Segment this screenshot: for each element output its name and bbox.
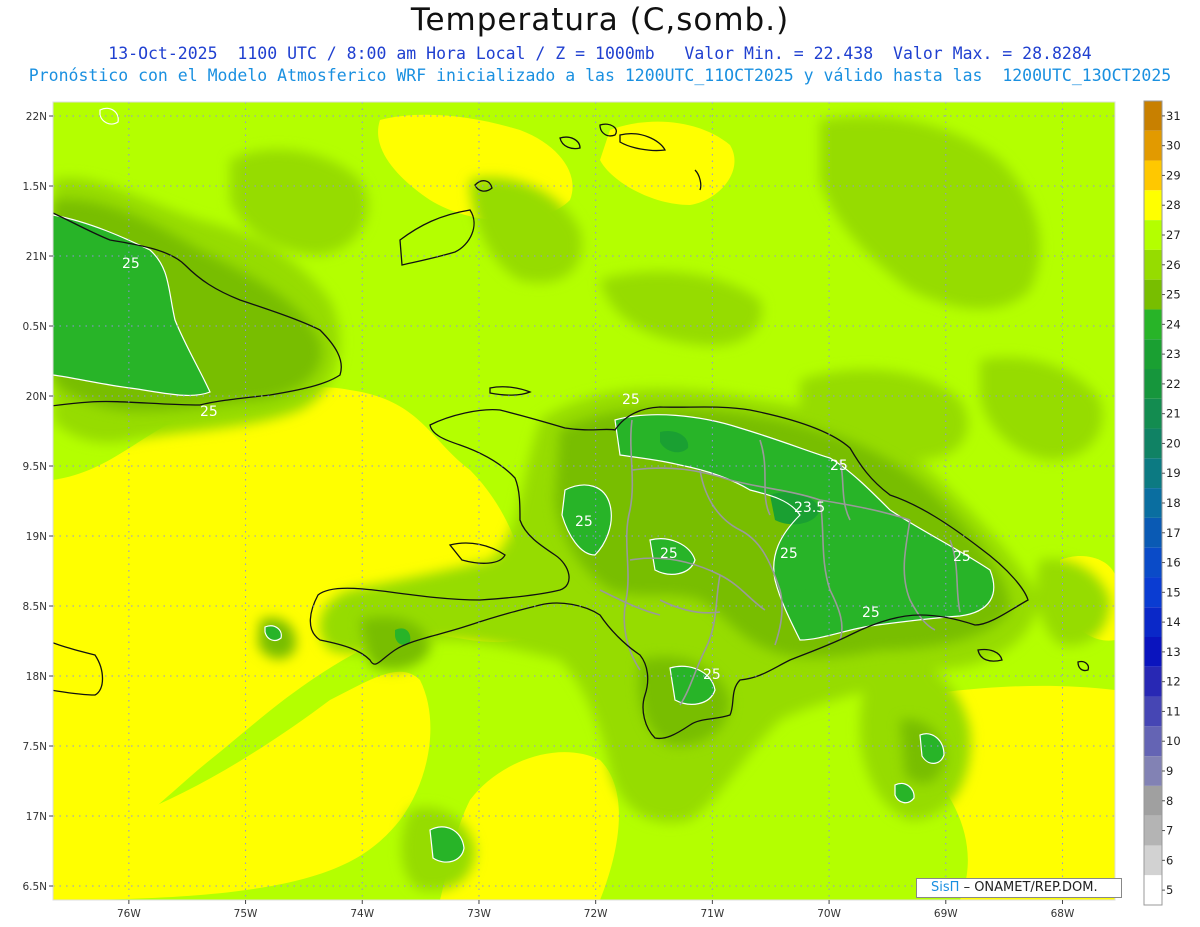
colorbar-swatch [1144,666,1162,697]
colorbar-swatch [1144,249,1162,280]
colorbar-label: 9 [1166,764,1173,778]
contour-label: 25 [122,256,140,272]
contour-label: 25 [780,546,798,562]
colorbar-swatch [1144,577,1162,608]
colorbar-label: 23 [1166,347,1181,361]
contour-label: 25 [660,546,678,562]
contour-label: 23.5 [794,500,825,516]
colorbar-swatch [1144,428,1162,459]
colorbar-swatch [1144,517,1162,548]
colorbar-label: 28 [1166,198,1181,212]
colorbar-label: 11 [1166,704,1181,718]
lat-tick-label: 7.5N [22,741,47,753]
colorbar-label: 15 [1166,585,1181,599]
credit-brand: SisΠ [931,880,960,895]
lon-tick-label: 72W [584,908,608,920]
lat-tick-label: 17N [26,811,47,823]
lon-tick-label: 69W [934,908,958,920]
valid-time-and-range: 13-Oct-2025 1100 UTC / 8:00 am Hora Loca… [108,44,1092,63]
colorbar-swatch [1144,369,1162,399]
colorbar-label: 18 [1166,496,1181,510]
lat-tick-label: 21N [26,251,47,263]
colorbar-swatch [1144,637,1162,667]
colorbar-swatch [1144,815,1162,846]
lon-tick-label: 73W [467,908,491,920]
colorbar-swatch [1144,130,1162,161]
colorbar-swatch [1144,398,1162,429]
colorbar: 31 30 29 28 27 26 25 24 23 22 21 20 19 18 17 16 15 14 13 12… [1143,100,1181,906]
lat-tick-label: 0.5N [22,321,47,333]
colorbar-swatch [1144,279,1162,310]
colorbar-swatch [1144,845,1162,876]
colorbar-label: 5 [1166,883,1173,897]
colorbar-label: 24 [1166,317,1181,331]
temperature-map: 25 25 25 25 25 25 23.5 25 25 25 25 76W 75… [22,100,1181,920]
colorbar-swatch [1144,488,1162,518]
lat-tick-label: 6.5N [22,881,47,893]
colorbar-label: 10 [1166,734,1181,748]
lon-tick-label: 76W [117,908,141,920]
colorbar-label: 31 [1166,109,1181,123]
colorbar-label: 17 [1166,526,1181,540]
contour-label: 25 [703,667,721,683]
contour-label: 25 [200,404,218,420]
colorbar-swatch [1144,101,1162,131]
colorbar-swatch [1144,696,1162,727]
colorbar-label: 16 [1166,556,1181,570]
shaded-field: 25 25 25 25 25 25 23.5 25 25 25 25 [53,102,1115,900]
colorbar-swatch [1144,726,1162,757]
lat-tick-label: 9.5N [22,461,47,473]
lon-tick-label: 74W [350,908,374,920]
lat-tick-label: 18N [26,671,47,683]
colorbar-swatch [1144,220,1162,250]
colorbar-swatch [1144,309,1162,340]
colorbar-label: 22 [1166,377,1181,391]
colorbar-label: 14 [1166,615,1181,629]
lon-tick-label: 68W [1051,908,1075,920]
colorbar-swatch [1144,607,1162,637]
colorbar-swatch [1144,190,1162,221]
colorbar-label: 25 [1166,288,1181,302]
colorbar-label: 30 [1166,139,1181,153]
colorbar-label: 13 [1166,645,1181,659]
lat-tick-label: 19N [26,531,47,543]
lat-tick-label: 1.5N [22,181,47,193]
contour-label: 25 [862,605,880,621]
model-description: Pronóstico con el Modelo Atmosferico WRF… [28,66,1172,85]
lat-tick-label: 22N [26,111,47,123]
colorbar-swatch [1144,160,1162,191]
contour-label: 25 [575,514,593,530]
colorbar-label: 19 [1166,466,1181,480]
colorbar-swatch [1144,785,1162,816]
colorbar-label: 27 [1166,228,1181,242]
colorbar-label: 21 [1166,407,1181,421]
colorbar-swatch [1144,339,1162,369]
colorbar-label: 6 [1166,853,1173,867]
credit-box: SisΠ – ONAMET/REP.DOM. [916,878,1122,898]
credit-org: – ONAMET/REP.DOM. [963,880,1098,895]
lat-tick-label: 8.5N [22,601,47,613]
colorbar-label: 29 [1166,168,1181,182]
colorbar-swatch [1144,875,1162,905]
colorbar-swatch [1144,547,1162,578]
colorbar-label: 7 [1166,824,1173,838]
lat-tick-label: 20N [26,391,47,403]
lon-tick-label: 71W [700,908,724,920]
colorbar-label: 8 [1166,794,1173,808]
contour-label: 25 [830,458,848,474]
colorbar-label: 20 [1166,436,1181,450]
lon-tick-label: 75W [234,908,258,920]
map-title: Temperatura (C,somb.) [410,2,790,38]
lon-tick-label: 70W [817,908,841,920]
contour-label: 25 [953,549,971,565]
contour-label: 25 [622,392,640,408]
colorbar-swatch [1144,756,1162,786]
colorbar-label: 26 [1166,258,1181,272]
colorbar-swatch [1144,458,1162,489]
colorbar-label: 12 [1166,675,1181,689]
